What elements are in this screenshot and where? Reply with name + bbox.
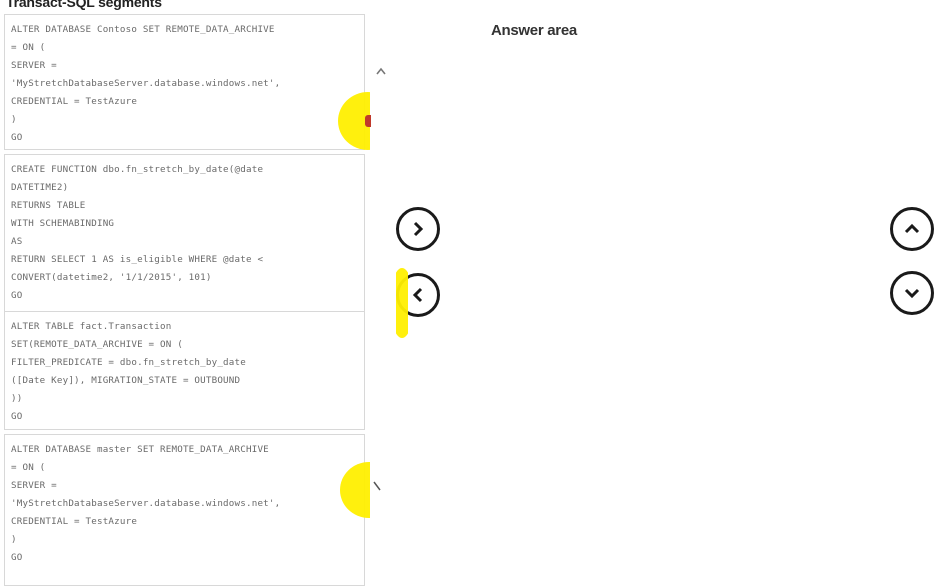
- move-up-button[interactable]: [890, 207, 934, 251]
- segment-item[interactable]: ALTER TABLE fact.Transaction SET(REMOTE_…: [4, 311, 365, 430]
- move-down-button[interactable]: [890, 271, 934, 315]
- code-line: ALTER TABLE fact.Transaction: [11, 321, 172, 332]
- code-line: RETURNS TABLE: [11, 200, 86, 211]
- segment-item[interactable]: ALTER DATABASE master SET REMOTE_DATA_AR…: [4, 434, 365, 586]
- code-line: CREATE FUNCTION dbo.fn_stretch_by_date(@…: [11, 164, 264, 175]
- code-line: AS: [11, 236, 23, 247]
- code-line: CONVERT(datetime2, '1/1/2015', 101): [11, 272, 212, 283]
- code-line: ALTER DATABASE master SET REMOTE_DATA_AR…: [11, 444, 269, 455]
- chevron-left-icon: [412, 287, 423, 303]
- segment-item[interactable]: CREATE FUNCTION dbo.fn_stretch_by_date(@…: [4, 154, 365, 324]
- move-right-button[interactable]: [396, 207, 440, 251]
- code-line: = ON (: [11, 462, 46, 473]
- code-line: 'MyStretchDatabaseServer.database.window…: [11, 498, 281, 509]
- code-line: SERVER =: [11, 480, 57, 491]
- chevron-down-icon: [904, 288, 920, 299]
- move-left-button[interactable]: [396, 273, 440, 317]
- code-line: ([Date Key]), MIGRATION_STATE = OUTBOUND: [11, 375, 241, 386]
- code-line: CREDENTIAL = TestAzure: [11, 516, 138, 527]
- scroll-up-caret-icon[interactable]: [375, 66, 387, 76]
- code-line: DATETIME2): [11, 182, 69, 193]
- code-line: GO: [11, 552, 23, 563]
- code-line: RETURN SELECT 1 AS is_eligible WHERE @da…: [11, 254, 264, 265]
- code-line: CREDENTIAL = TestAzure: [11, 96, 138, 107]
- code-line: GO: [11, 411, 23, 422]
- chevron-right-icon: [413, 221, 424, 237]
- code-line: SET(REMOTE_DATA_ARCHIVE = ON (: [11, 339, 183, 350]
- code-line: FILTER_PREDICATE = dbo.fn_stretch_by_dat…: [11, 357, 246, 368]
- answer-area-title: Answer area: [491, 22, 577, 39]
- answer-area-dropzone[interactable]: [440, 50, 860, 560]
- code-line: ): [11, 534, 17, 545]
- code-line: ALTER DATABASE Contoso SET REMOTE_DATA_A…: [11, 24, 275, 35]
- mouse-cursor-icon: [373, 481, 381, 491]
- code-line: = ON (: [11, 42, 46, 53]
- code-line: ): [11, 114, 17, 125]
- code-line: )): [11, 393, 23, 404]
- code-line: WITH SCHEMABINDING: [11, 218, 115, 229]
- chevron-up-icon: [904, 223, 920, 234]
- code-line: 'MyStretchDatabaseServer.database.window…: [11, 78, 281, 89]
- cursor-dot: [365, 115, 371, 127]
- segments-title: Transact-SQL segments: [6, 0, 162, 10]
- code-line: SERVER =: [11, 60, 57, 71]
- code-line: GO: [11, 290, 23, 301]
- segment-item[interactable]: ALTER DATABASE Contoso SET REMOTE_DATA_A…: [4, 14, 365, 150]
- code-line: GO: [11, 132, 23, 143]
